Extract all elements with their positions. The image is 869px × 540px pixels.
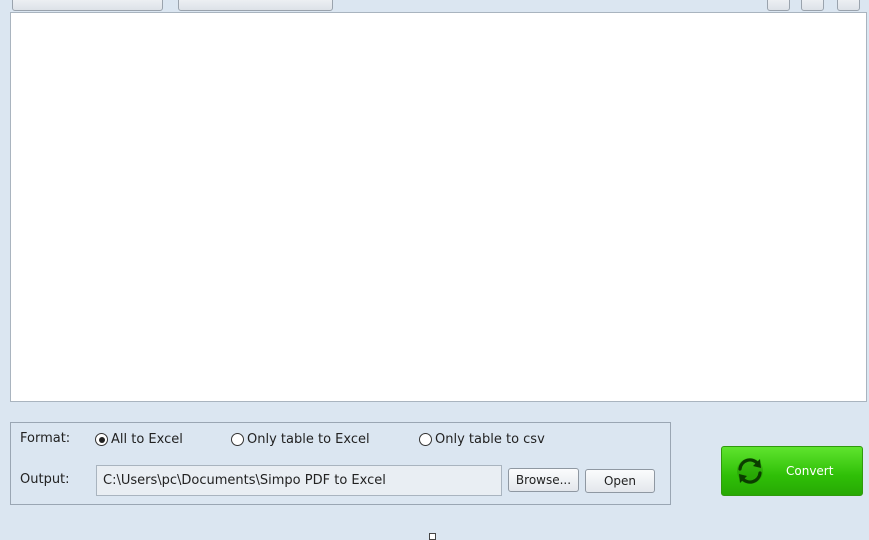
- browse-button[interactable]: Browse...: [508, 468, 579, 492]
- convert-button[interactable]: Convert: [721, 446, 863, 496]
- radio-all-to-excel-label: All to Excel: [111, 432, 183, 447]
- options-panel: Format: All to Excel Only table to Excel…: [10, 422, 671, 505]
- format-label: Format:: [20, 431, 71, 446]
- open-button[interactable]: Open: [585, 469, 655, 493]
- radio-only-table-to-excel-indicator[interactable]: [231, 433, 244, 446]
- radio-only-table-to-csv[interactable]: Only table to csv: [419, 432, 545, 447]
- resize-grip[interactable]: [429, 533, 436, 540]
- refresh-icon: [737, 458, 763, 484]
- file-list[interactable]: [10, 12, 867, 402]
- window-button-1[interactable]: [767, 0, 790, 11]
- output-path-field[interactable]: C:\Users\pc\Documents\Simpo PDF to Excel: [96, 465, 502, 496]
- radio-all-to-excel[interactable]: All to Excel: [95, 432, 183, 447]
- output-label: Output:: [20, 472, 70, 487]
- window-button-3[interactable]: [837, 0, 860, 11]
- window-button-2[interactable]: [801, 0, 824, 11]
- radio-only-table-to-excel[interactable]: Only table to Excel: [231, 432, 370, 447]
- radio-all-to-excel-indicator[interactable]: [95, 433, 108, 446]
- radio-only-table-to-csv-indicator[interactable]: [419, 433, 432, 446]
- convert-label: Convert: [786, 464, 834, 478]
- radio-only-table-to-csv-label: Only table to csv: [435, 432, 545, 447]
- radio-only-table-to-excel-label: Only table to Excel: [247, 432, 370, 447]
- toolbar-button-2[interactable]: [178, 0, 333, 11]
- toolbar-button-1[interactable]: [12, 0, 163, 11]
